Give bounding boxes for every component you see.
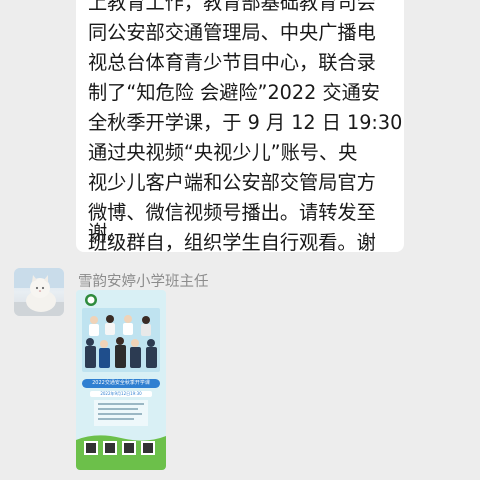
- cat-photo-avatar-icon: [14, 268, 64, 316]
- shared-poster-image[interactable]: 2022交通安全秋季开学课 2022年9月12日19:30: [76, 290, 166, 470]
- message-line: 视少儿客户端和公安部交管局官方: [88, 171, 376, 194]
- sender-name: 雪韵安婷小学班主任: [78, 274, 209, 290]
- message-line: 上教育工作，教育部基础教育司会: [88, 0, 376, 14]
- message-line: 全秋季开学课，于 9 月 12 日 19:30: [88, 111, 403, 134]
- message-line: 制了“知危险 会避险”2022 交通安: [88, 81, 380, 104]
- message-line: 微博、微信视频号播出。请转发至: [88, 201, 376, 224]
- poster-title: 2022交通安全秋季开学课: [82, 379, 160, 388]
- avatar[interactable]: [14, 268, 64, 316]
- message-bubble[interactable]: 上教育工作，教育部基础教育司会 同公安部交通管理局、中央广播电 视总台体育青少节…: [76, 0, 404, 254]
- message-line: 同公安部交通管理局、中央广播电: [88, 21, 376, 44]
- message-line-last: 谢。: [88, 221, 127, 244]
- message-line: 通过央视频“央视少儿”账号、央: [88, 141, 358, 164]
- message-line: 班级群自，组织学生自行观看。谢: [88, 231, 376, 254]
- message-line: 视总台体育青少节目中心，联合录: [88, 51, 376, 74]
- poster-date: 2022年9月12日19:30: [90, 391, 152, 397]
